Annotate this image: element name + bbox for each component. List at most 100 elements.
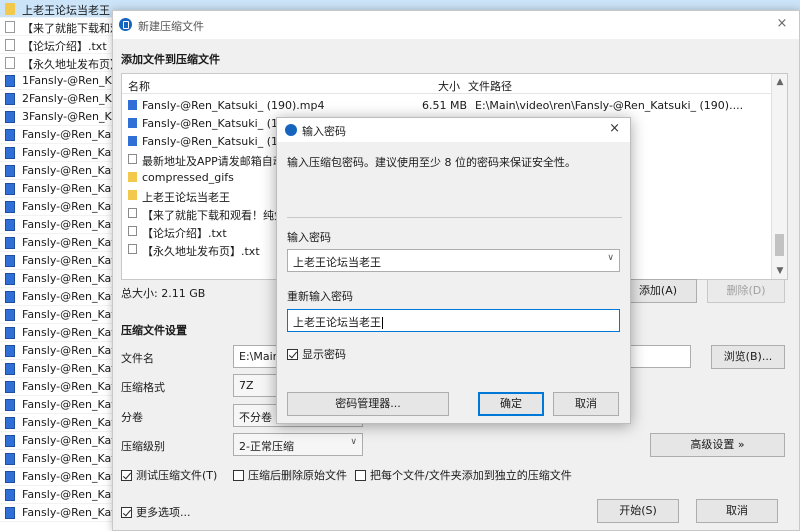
- ok-button[interactable]: 确定: [478, 392, 544, 416]
- video-file-icon: [5, 93, 15, 105]
- video-file-icon: [5, 183, 15, 195]
- test-archive-checkbox[interactable]: 测试压缩文件(T): [121, 467, 217, 483]
- test-archive-checkbox-box[interactable]: [121, 469, 132, 481]
- folder-icon: [128, 172, 137, 182]
- file-list-scrollbar[interactable]: ▲ ▼: [771, 74, 787, 279]
- delete-after-checkbox-box[interactable]: [233, 469, 244, 481]
- scrollbar-thumb[interactable]: [775, 234, 784, 256]
- enter-password-combo[interactable]: 上老王论坛当老王 ∨: [287, 249, 620, 272]
- test-archive-label: 测试压缩文件(T): [136, 469, 218, 482]
- video-file-icon: [128, 118, 137, 128]
- video-file-icon: [5, 273, 15, 285]
- text-file-icon: [5, 39, 15, 51]
- background-list-item-name: Fansly-@Ren_Kats: [22, 200, 112, 213]
- background-list-item-name: Fansly-@Ren_Kats: [22, 272, 112, 285]
- background-list-item-name: Fansly-@Ren_Kats: [22, 506, 112, 519]
- video-file-icon: [5, 237, 15, 249]
- close-icon[interactable]: ×: [773, 15, 791, 33]
- column-path[interactable]: 文件路径: [468, 78, 512, 94]
- total-size: 总大小: 2.11 GB: [121, 287, 206, 300]
- background-list-item-name: Fansly-@Ren_Kats: [22, 416, 112, 429]
- column-size[interactable]: 大小: [438, 78, 460, 94]
- separate-archives-label: 把每个文件/文件夹添加到独立的压缩文件: [370, 469, 572, 482]
- video-file-icon: [5, 129, 15, 141]
- video-file-icon: [5, 309, 15, 321]
- password-manager-button[interactable]: 密码管理器...: [287, 392, 449, 416]
- video-file-icon: [5, 201, 15, 213]
- video-file-icon: [5, 255, 15, 267]
- video-file-icon: [5, 489, 15, 501]
- enter-password-value: 上老王论坛当老王: [293, 256, 381, 269]
- background-list-item-name: Fansly-@Ren_Kats: [22, 362, 112, 375]
- reenter-password-label: 重新输入密码: [287, 290, 353, 303]
- reenter-password-field[interactable]: 上老王论坛当老王: [287, 309, 620, 332]
- column-name[interactable]: 名称: [128, 78, 150, 94]
- text-file-icon: [128, 226, 137, 236]
- file-list-row[interactable]: Fansly-@Ren_Katsuki_ (190).mp4 6.51 MB E:\…: [122, 96, 772, 114]
- scroll-down-icon[interactable]: ▼: [772, 263, 787, 279]
- video-file-icon: [5, 345, 15, 357]
- file-name: 上老王论坛当老王: [142, 191, 230, 204]
- start-button[interactable]: 开始(S): [597, 499, 679, 523]
- file-name: Fansly-@Ren_Katsuki_ (190).mp4: [142, 99, 325, 112]
- chevron-down-icon[interactable]: ∨: [607, 253, 614, 263]
- video-file-icon: [5, 165, 15, 177]
- background-list-item-name: Fansly-@Ren_Kats: [22, 236, 112, 249]
- password-cancel-button[interactable]: 取消: [553, 392, 619, 416]
- advanced-settings-button[interactable]: 高级设置 »: [650, 433, 785, 457]
- file-name: compressed_gifs: [142, 171, 234, 184]
- background-list-item-name: 【来了就能下载和观: [22, 22, 112, 35]
- file-path: E:\Main\video\ren\Fansly-@Ren_Katsuki_ (…: [475, 99, 744, 112]
- enter-password-label: 输入密码: [287, 231, 331, 244]
- settings-section-title: 压缩文件设置: [121, 324, 187, 337]
- close-icon[interactable]: ×: [609, 121, 620, 136]
- text-file-icon: [5, 57, 15, 69]
- background-list-item-name: Fansly-@Ren_Kats: [22, 182, 112, 195]
- scroll-up-icon[interactable]: ▲: [772, 74, 787, 90]
- video-file-icon: [5, 111, 15, 123]
- folder-icon: [5, 3, 15, 15]
- background-list-item-name: 2Fansly-@Ren_Kat: [22, 92, 112, 105]
- video-file-icon: [5, 219, 15, 231]
- level-value: 2-正常压缩: [239, 440, 294, 453]
- level-select[interactable]: 2-正常压缩 ∨: [233, 433, 363, 456]
- app-icon: [119, 18, 132, 31]
- browse-button[interactable]: 浏览(B)...: [711, 345, 785, 369]
- video-file-icon: [5, 147, 15, 159]
- text-file-icon: [128, 208, 137, 218]
- show-password-checkbox-box[interactable]: [287, 348, 298, 360]
- delete-button[interactable]: 删除(D): [707, 279, 785, 303]
- background-list-item-name: Fansly-@Ren_Kats: [22, 164, 112, 177]
- background-list-item-name: Fansly-@Ren_Kats: [22, 308, 112, 321]
- password-description: 输入压缩包密码。建议使用至少 8 位的密码来保证安全性。: [287, 156, 576, 169]
- delete-after-checkbox[interactable]: 压缩后删除原始文件: [233, 467, 347, 483]
- level-label: 压缩级别: [121, 440, 165, 453]
- video-file-icon: [5, 471, 15, 483]
- file-name: 【来了就能下载和观看！纯免: [142, 209, 285, 222]
- split-value: 不分卷: [239, 411, 272, 424]
- split-label: 分卷: [121, 411, 143, 424]
- separate-archives-checkbox[interactable]: 把每个文件/文件夹添加到独立的压缩文件: [355, 467, 572, 483]
- background-list-item-name: Fansly-@Ren_Kats: [22, 254, 112, 267]
- video-file-icon: [5, 507, 15, 519]
- background-list-item-name: 上老王论坛当老王: [22, 4, 110, 17]
- show-password-checkbox[interactable]: 显示密码: [287, 346, 346, 362]
- separate-archives-checkbox-box[interactable]: [355, 469, 366, 481]
- background-list-item-name: 1Fansly-@Ren_Kat: [22, 74, 112, 87]
- background-list-item-name: Fansly-@Ren_Kats: [22, 452, 112, 465]
- background-list-item-name: Fansly-@Ren_Kats: [22, 326, 112, 339]
- text-file-icon: [128, 244, 137, 254]
- more-options-checkbox[interactable]: 更多选项...: [121, 504, 191, 520]
- main-cancel-button[interactable]: 取消: [696, 499, 778, 523]
- background-list-item-name: Fansly-@Ren_Kats: [22, 344, 112, 357]
- background-list-item-name: 【永久地址发布页】: [22, 58, 112, 71]
- more-options-checkbox-box[interactable]: [121, 506, 132, 518]
- dialog-title: 新建压缩文件: [138, 20, 204, 33]
- background-list-item-name: Fansly-@Ren_Kats: [22, 470, 112, 483]
- enter-password-dialog: 输入密码 × 输入压缩包密码。建议使用至少 8 位的密码来保证安全性。 输入密码…: [276, 117, 631, 424]
- video-file-icon: [5, 75, 15, 87]
- format-value: 7Z: [239, 379, 254, 392]
- format-label: 压缩格式: [121, 381, 165, 394]
- video-file-icon: [5, 417, 15, 429]
- background-list-item-name: Fansly-@Ren_Kats: [22, 146, 112, 159]
